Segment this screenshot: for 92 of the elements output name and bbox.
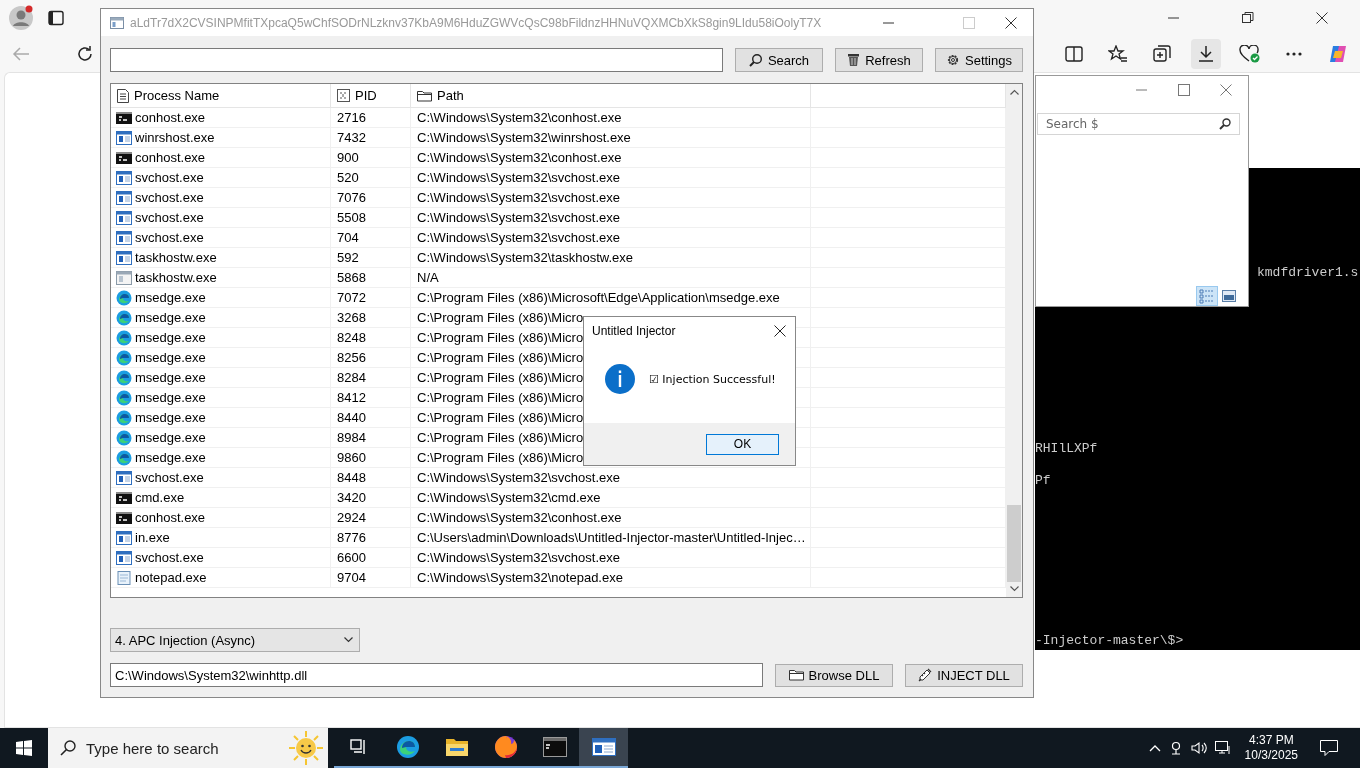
process-name: svchost.exe — [135, 210, 204, 225]
process-name: msedge.exe — [135, 410, 206, 425]
process-name: cmd.exe — [135, 490, 185, 505]
path-text: C:\Windows\System32\cmd.exe — [417, 490, 601, 505]
process-name: msedge.exe — [135, 290, 206, 305]
pid-text: 592 — [337, 250, 359, 265]
column-header[interactable]: Path — [411, 84, 811, 107]
process-name: svchost.exe — [135, 190, 204, 205]
toolbar-button[interactable]: Refresh — [835, 48, 923, 72]
pid-text: 8984 — [337, 430, 366, 445]
toolbar-button[interactable]: Settings — [935, 48, 1023, 72]
path-text: C:\Program Files (x86)\Micro — [417, 390, 584, 405]
dll-path-field[interactable]: C:\Windows\System32\winhttp.dll — [110, 663, 763, 687]
process-name: winrshost.exe — [135, 130, 215, 145]
pid-text: 8440 — [337, 410, 366, 425]
pid-text: 8448 — [337, 470, 366, 485]
console-line: RHIlLXPf — [1035, 441, 1098, 457]
path-text: C:\Program Files (x86)\Micro — [417, 450, 584, 465]
pid-text: 8248 — [337, 330, 366, 345]
path-text: C:\Program Files (x86)\Micro — [417, 370, 584, 385]
process-name: msedge.exe — [135, 330, 206, 345]
column-header[interactable]: Process Name — [111, 84, 331, 107]
pid-text: 5508 — [337, 210, 366, 225]
pid-text: 6600 — [337, 550, 366, 565]
action-button[interactable]: Browse DLL — [775, 663, 893, 687]
pid-text: 704 — [337, 230, 359, 245]
path-text: C:\Windows\System32\conhost.exe — [417, 150, 622, 165]
pid-text: 7076 — [337, 190, 366, 205]
process-name: svchost.exe — [135, 550, 204, 565]
path-text: C:\Windows\System32\svchost.exe — [417, 210, 621, 225]
process-name: msedge.exe — [135, 310, 206, 325]
pid-text: 8256 — [337, 350, 366, 365]
path-text: C:\Program Files (x86)\Micro — [417, 310, 584, 325]
window-title: aLdTr7dX2CVSINPMfitTXpcaQ5wChfSODrNLzknv37KbA9M6HduZGWVcQsC98bFildnzHHNuVQXMCbXkS8gin9LIdu58iOolyT7X — [130, 15, 823, 30]
path-text: C:\Users\admin\Downloads\Untitled-Injector-master\Untitled-Injec… — [417, 530, 806, 545]
path-text: C:\Program Files (x86)\Micro — [417, 410, 584, 425]
path-text: C:\Windows\System32\svchost.exe — [417, 470, 621, 485]
pid-text: 8412 — [337, 390, 366, 405]
pid-text: 8776 — [337, 530, 366, 545]
pid-text: 520 — [337, 170, 359, 185]
process-name: conhost.exe — [135, 110, 206, 125]
column-header[interactable]: PID — [331, 84, 411, 107]
process-name: msedge.exe — [135, 390, 206, 405]
process-name: taskhostw.exe — [135, 250, 217, 265]
process-name: notepad.exe — [135, 570, 207, 585]
process-name: conhost.exe — [135, 150, 206, 165]
dialog-message: ☑ Injection Successful! — [649, 372, 776, 386]
console-line: Pf — [1035, 473, 1051, 489]
process-name: svchost.exe — [135, 230, 204, 245]
method-dropdown[interactable]: 4. APC Injection (Async) — [110, 628, 360, 652]
console-line: -Injector-master\$> — [1035, 633, 1184, 649]
pid-text: 3420 — [337, 490, 366, 505]
path-text: C:\Windows\System32\svchost.exe — [417, 230, 621, 245]
path-text: C:\Windows\System32\taskhostw.exe — [417, 250, 634, 265]
process-name: in.exe — [135, 530, 170, 545]
dialog-title: Untitled Injector — [592, 324, 676, 338]
path-text: C:\Windows\System32\svchost.exe — [417, 190, 621, 205]
process-name: svchost.exe — [135, 470, 204, 485]
process-name: msedge.exe — [135, 430, 206, 445]
pid-text: 7072 — [337, 290, 366, 305]
process-name: msedge.exe — [135, 350, 206, 365]
path-text: C:\Windows\System32\svchost.exe — [417, 550, 621, 565]
process-name: svchost.exe — [135, 170, 204, 185]
pid-text: 2924 — [337, 510, 366, 525]
path-text: C:\Program Files (x86)\Micro — [417, 430, 584, 445]
ok-button[interactable]: OK — [706, 433, 779, 455]
pid-text: 2716 — [337, 110, 366, 125]
path-text: C:\Windows\System32\winrshost.exe — [417, 130, 631, 145]
path-text: C:\Windows\System32\conhost.exe — [417, 110, 622, 125]
action-button[interactable]: INJECT DLL — [905, 663, 1023, 687]
process-name: conhost.exe — [135, 510, 206, 525]
pid-text: 7432 — [337, 130, 366, 145]
path-text: C:\Windows\System32\svchost.exe — [417, 170, 621, 185]
process-name: msedge.exe — [135, 450, 206, 465]
taskbar-search-field[interactable]: Type here to search — [48, 728, 328, 768]
pid-text: 3268 — [337, 310, 366, 325]
process-name: taskhostw.exe — [135, 270, 217, 285]
toolbar-button[interactable]: Search — [735, 48, 823, 72]
path-text: N/A — [417, 270, 439, 285]
path-text: C:\Program Files (x86)\Micro — [417, 350, 584, 365]
process-name: msedge.exe — [135, 370, 206, 385]
pid-text: 900 — [337, 150, 359, 165]
pid-text: 9704 — [337, 570, 366, 585]
path-text: C:\Program Files (x86)\Microsoft\Edge\Application\msedge.exe — [417, 290, 780, 305]
console-line: kmdfdriver1.s — [1257, 265, 1359, 281]
path-text: C:\Program Files (x86)\Micro — [417, 330, 584, 345]
path-text: C:\Windows\System32\notepad.exe — [417, 570, 623, 585]
clock[interactable]: 4:37 PM 10/3/2025 — [1238, 733, 1304, 763]
pid-text: 5868 — [337, 270, 366, 285]
path-text: C:\Windows\System32\conhost.exe — [417, 510, 622, 525]
pid-text: 9860 — [337, 450, 366, 465]
pid-text: 8284 — [337, 370, 366, 385]
